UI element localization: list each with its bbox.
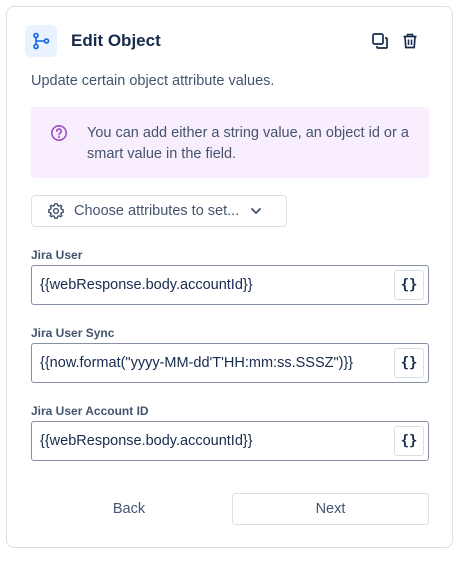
chevron-down-icon <box>251 208 262 214</box>
smart-value-button[interactable]: {} <box>394 270 424 300</box>
back-button[interactable]: Back <box>31 493 227 525</box>
panel-description: Update certain object attribute values. <box>31 73 275 89</box>
object-branch-icon <box>25 25 57 57</box>
choose-attributes-button[interactable]: Choose attributes to set... <box>31 195 287 227</box>
field-label-jira-user-sync: Jira User Sync <box>31 326 115 340</box>
smart-value-button[interactable]: {} <box>394 348 424 378</box>
info-message: You can add either a string value, an ob… <box>31 107 429 178</box>
panel-header: Edit Object <box>25 25 425 57</box>
field-label-jira-user: Jira User <box>31 248 83 262</box>
jira-user-sync-input[interactable] <box>32 344 388 382</box>
jira-user-input[interactable] <box>32 266 388 304</box>
field-jira-user-account-id: {} <box>31 421 429 461</box>
field-jira-user-sync: {} <box>31 343 429 383</box>
question-circle-icon <box>51 125 67 141</box>
gear-icon <box>48 203 64 219</box>
jira-user-account-id-input[interactable] <box>32 422 388 460</box>
next-button[interactable]: Next <box>232 493 429 525</box>
field-label-jira-user-account-id: Jira User Account ID <box>31 404 149 418</box>
copy-icon <box>372 33 388 49</box>
delete-button[interactable] <box>399 30 421 52</box>
choose-attributes-label: Choose attributes to set... <box>74 203 240 219</box>
trash-icon <box>403 33 417 49</box>
info-text: You can add either a string value, an ob… <box>87 125 409 162</box>
smart-value-button[interactable]: {} <box>394 426 424 456</box>
field-jira-user: {} <box>31 265 429 305</box>
copy-button[interactable] <box>369 30 391 52</box>
panel-title: Edit Object <box>71 31 161 50</box>
